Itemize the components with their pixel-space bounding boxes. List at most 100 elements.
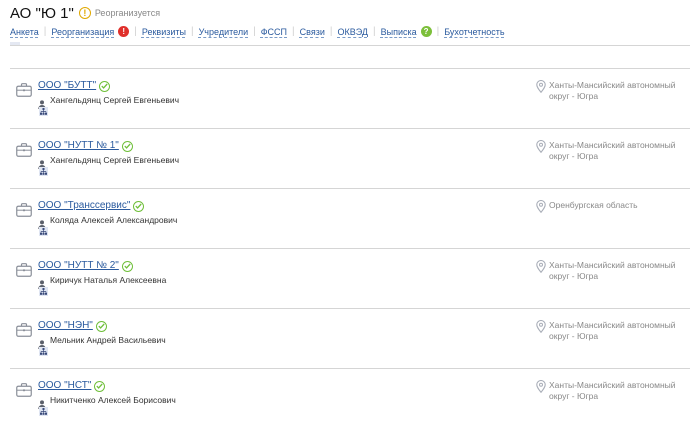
- tab-separator: |: [190, 26, 194, 37]
- briefcase-icon: [16, 323, 32, 337]
- divider: [10, 45, 690, 46]
- tab-link[interactable]: Реквизиты: [142, 27, 186, 37]
- organization-name-link[interactable]: ООО "НУТТ № 2": [38, 260, 133, 272]
- tab-link[interactable]: Анкета: [10, 27, 39, 37]
- page-header: АО "Ю 1" ! Реорганизуется: [10, 4, 160, 22]
- warning-icon: !: [78, 7, 91, 19]
- person-icon: [38, 216, 46, 229]
- structure-tree-icon[interactable]: [39, 227, 48, 236]
- organization-row: ООО "НУТТ № 1" Хангельдянц Сергей Евгенье…: [10, 128, 690, 188]
- region-info: Оренбургская область: [536, 199, 694, 214]
- structure-tree-icon[interactable]: [39, 287, 48, 296]
- briefcase-icon: [16, 203, 32, 217]
- director-name: Мельник Андрей Васильевич: [50, 335, 166, 345]
- director-name: Никитченко Алексей Борисович: [50, 395, 176, 405]
- director-line: Коляда Алексей Александрович: [38, 215, 178, 229]
- person-icon: [38, 396, 46, 409]
- organization-list: ООО "БУТТ" Хангельдянц Сергей Евгеньевич Х…: [10, 68, 690, 425]
- tab-item: Связи: [300, 27, 325, 37]
- organization-row: ООО "НСТ" Никитченко Алексей Борисович Хан…: [10, 368, 690, 425]
- tab-link[interactable]: Выписка: [381, 27, 417, 37]
- location-pin-icon: [536, 259, 546, 274]
- tab-link[interactable]: Бухотчетность: [444, 27, 504, 37]
- active-check-icon: [121, 260, 133, 272]
- region-text: Ханты-Мансийский автономный округ - Югра: [549, 260, 676, 281]
- organization-row: ООО "НЭН" Мельник Андрей Васильевич Ханты-…: [10, 308, 690, 368]
- organization-name[interactable]: ООО "НУТТ № 2": [38, 260, 119, 271]
- director-name: Киричук Наталья Алексеевна: [50, 275, 167, 285]
- organization-name[interactable]: ООО "НСТ": [38, 380, 91, 391]
- tab-separator: |: [43, 26, 47, 37]
- briefcase-icon: [16, 383, 32, 397]
- organization-row: ООО "Транссервис" Коляда Алексей Александ…: [10, 188, 690, 248]
- tab-separator: |: [134, 26, 137, 37]
- tab-item: Бухотчетность: [444, 27, 504, 37]
- director-name: Хангельдянц Сергей Евгеньевич: [50, 155, 180, 165]
- organization-name-link[interactable]: ООО "БУТТ": [38, 80, 111, 92]
- briefcase-icon: [16, 83, 32, 97]
- tab-separator: |: [372, 26, 376, 37]
- location-pin-icon: [536, 79, 546, 94]
- tab-separator: |: [436, 26, 440, 37]
- location-pin-icon: [536, 139, 546, 154]
- tab-separator: |: [329, 26, 333, 37]
- tab-link[interactable]: ОКВЭД: [337, 27, 368, 37]
- tab-item: Реквизиты: [142, 27, 186, 37]
- active-check-icon: [133, 200, 145, 212]
- tab-item: Реорганизация!: [51, 26, 130, 37]
- active-check-icon: [99, 80, 111, 92]
- region-text: Ханты-Мансийский автономный округ - Югра: [549, 140, 676, 161]
- person-icon: [38, 96, 46, 109]
- tab-link[interactable]: Учредители: [199, 27, 249, 37]
- tab-item: Учредители: [199, 27, 249, 37]
- help-badge-icon[interactable]: ?: [420, 26, 432, 37]
- director-line: Хангельдянц Сергей Евгеньевич: [38, 155, 180, 169]
- tab-separator: |: [292, 26, 295, 37]
- structure-tree-icon[interactable]: [39, 107, 48, 116]
- tab-link[interactable]: Связи: [300, 27, 325, 37]
- status-text: Реорганизуется: [94, 8, 161, 18]
- location-pin-icon: [536, 379, 546, 394]
- location-pin-icon: [536, 319, 546, 334]
- organization-row: ООО "БУТТ" Хангельдянц Сергей Евгеньевич Х…: [10, 68, 690, 128]
- organization-name-link[interactable]: ООО "Транссервис": [38, 200, 145, 212]
- region-text: Ханты-Мансийский автономный округ - Югра: [549, 380, 676, 401]
- region-info: Ханты-Мансийский автономный округ - Югра: [536, 319, 694, 342]
- active-check-icon: [95, 320, 107, 332]
- tab-item: Анкета: [10, 27, 39, 37]
- tab-item: Выписка?: [381, 26, 432, 37]
- organization-name-link[interactable]: ООО "НЭН": [38, 320, 107, 332]
- tab-item: ФССП: [261, 27, 287, 37]
- region-text: Оренбургская область: [549, 200, 638, 210]
- briefcase-icon: [16, 143, 32, 157]
- structure-tree-icon[interactable]: [39, 167, 48, 176]
- organization-name[interactable]: ООО "Транссервис": [38, 200, 130, 211]
- active-check-icon: [94, 380, 106, 392]
- company-title: АО "Ю 1": [10, 4, 74, 22]
- organization-name[interactable]: ООО "БУТТ": [38, 80, 96, 91]
- tab-bar: Анкета | Реорганизация! | Реквизиты | Учредите…: [10, 25, 505, 38]
- organization-name[interactable]: ООО "НУТТ № 1": [38, 140, 119, 151]
- tab-link[interactable]: Реорганизация: [51, 27, 114, 37]
- organization-name-link[interactable]: ООО "НУТТ № 1": [38, 140, 133, 152]
- briefcase-icon: [16, 263, 32, 277]
- organization-row: ООО "НУТТ № 2" Киричук Наталья Алексеевна…: [10, 248, 690, 308]
- company-status: ! Реорганизуется: [78, 7, 161, 19]
- region-info: Ханты-Мансийский автономный округ - Югра: [536, 259, 694, 282]
- director-line: Хангельдянц Сергей Евгеньевич: [38, 95, 179, 109]
- region-info: Ханты-Мансийский автономный округ - Югра: [536, 139, 694, 162]
- tab-separator: |: [253, 26, 256, 37]
- director-name: Коляда Алексей Александрович: [50, 215, 178, 225]
- region-info: Ханты-Мансийский автономный округ - Югра: [536, 79, 694, 102]
- organization-name[interactable]: ООО "НЭН": [38, 320, 93, 331]
- alert-badge-icon[interactable]: !: [118, 26, 130, 37]
- region-text: Ханты-Мансийский автономный округ - Югра: [549, 320, 676, 341]
- structure-tree-icon[interactable]: [39, 407, 48, 416]
- person-icon: [38, 276, 46, 289]
- person-icon: [38, 156, 46, 169]
- organization-name-link[interactable]: ООО "НСТ": [38, 380, 106, 392]
- structure-tree-icon[interactable]: [39, 347, 48, 356]
- region-info: Ханты-Мансийский автономный округ - Югра: [536, 379, 694, 402]
- region-text: Ханты-Мансийский автономный округ - Югра: [549, 80, 676, 101]
- tab-link[interactable]: ФССП: [261, 27, 287, 37]
